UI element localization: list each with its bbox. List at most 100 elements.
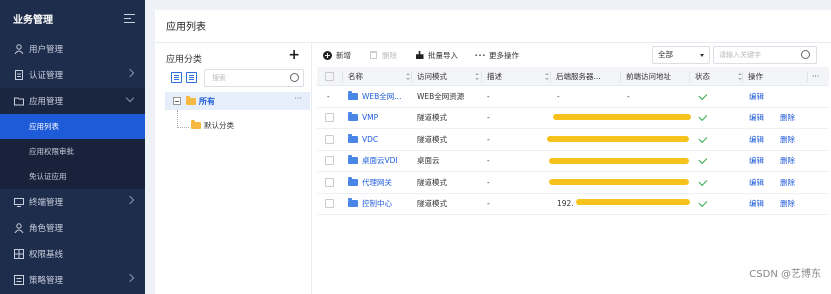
table-row[interactable]: - WEB全网... WEB全网资源 - - - 编辑 bbox=[317, 86, 829, 108]
table-row[interactable]: 桌面云VDI 桌面云 - 编辑 删除 bbox=[317, 151, 829, 172]
edit-link[interactable]: 编辑 bbox=[749, 129, 764, 150]
sidebar-item-terminals[interactable]: 终端管理 bbox=[0, 189, 145, 215]
more-actions-button[interactable]: ··· 更多操作 bbox=[474, 50, 519, 61]
check-icon bbox=[698, 197, 707, 207]
cell-mode: 隧道模式 bbox=[417, 199, 447, 209]
sidebar-item-label: 策略管理 bbox=[29, 276, 64, 286]
redaction-mark bbox=[576, 198, 690, 205]
app-name-link[interactable]: VDC bbox=[346, 133, 378, 144]
column-header-name[interactable]: 名称 bbox=[348, 67, 363, 85]
row-checkbox[interactable] bbox=[325, 113, 334, 123]
edit-link[interactable]: 编辑 bbox=[749, 194, 764, 215]
keyword-search-input[interactable]: 请输入关键字 bbox=[713, 46, 817, 64]
column-header-status[interactable]: 状态 bbox=[695, 67, 710, 85]
column-header-backend[interactable]: 后端服务器... bbox=[556, 67, 601, 85]
cell-frontend: - bbox=[627, 91, 630, 101]
delete-link[interactable]: 删除 bbox=[780, 108, 795, 129]
check-icon bbox=[698, 154, 707, 164]
folder-icon bbox=[348, 112, 358, 122]
sort-icon[interactable] bbox=[542, 67, 549, 85]
column-separator bbox=[342, 71, 343, 82]
more-options-icon[interactable]: ··· bbox=[294, 94, 302, 103]
redaction-mark bbox=[549, 157, 689, 164]
page-title: 应用列表 bbox=[166, 22, 206, 33]
expand-all-icon[interactable] bbox=[171, 72, 182, 83]
sidebar-item-label: 认证管理 bbox=[29, 71, 64, 81]
column-header-description[interactable]: 描述 bbox=[487, 67, 502, 85]
table-row[interactable]: 控制中心 隧道模式 - 192. 编辑 删除 bbox=[317, 194, 829, 215]
select-all-checkbox[interactable] bbox=[325, 71, 334, 81]
delete-link[interactable]: 删除 bbox=[780, 194, 795, 215]
delete-link[interactable]: 删除 bbox=[780, 129, 795, 150]
row-checkbox[interactable] bbox=[325, 134, 334, 144]
row-checkbox[interactable] bbox=[325, 156, 334, 166]
table-row[interactable]: 代理网关 隧道模式 - 编辑 删除 bbox=[317, 172, 829, 194]
sort-icon[interactable] bbox=[735, 67, 742, 85]
collapse-node-icon[interactable] bbox=[173, 97, 181, 105]
add-button[interactable]: + 新增 bbox=[323, 50, 351, 61]
filter-select[interactable]: 全部 bbox=[652, 46, 710, 64]
terminal-icon bbox=[13, 197, 24, 208]
sidebar-item-label: 角色管理 bbox=[29, 224, 64, 234]
trash-icon bbox=[369, 51, 378, 60]
sidebar-item-auth[interactable]: 认证管理 bbox=[0, 62, 145, 88]
check-icon bbox=[698, 176, 707, 186]
delete-button[interactable]: 删除 bbox=[369, 50, 397, 61]
search-icon[interactable] bbox=[290, 73, 299, 82]
row-checkbox[interactable] bbox=[325, 199, 334, 209]
tree-search-placeholder: 搜索 bbox=[212, 74, 226, 82]
row-checkbox[interactable] bbox=[325, 177, 334, 187]
app-name-link[interactable]: 控制中心 bbox=[346, 198, 392, 209]
edit-link[interactable]: 编辑 bbox=[749, 172, 764, 193]
bulk-import-button[interactable]: 批量导入 bbox=[415, 50, 458, 61]
sort-icon[interactable] bbox=[403, 67, 410, 85]
sidebar-title: 业务管理 bbox=[13, 14, 53, 26]
import-icon bbox=[415, 51, 424, 60]
column-header-mode[interactable]: 访问模式 bbox=[417, 67, 447, 85]
sidebar-subitem-no-auth-apps[interactable]: 免认证应用 bbox=[0, 164, 145, 189]
grid-icon bbox=[13, 249, 24, 260]
sidebar-item-users[interactable]: 用户管理 bbox=[0, 36, 145, 62]
app-name-link[interactable]: 代理网关 bbox=[346, 176, 392, 188]
search-icon[interactable] bbox=[801, 50, 810, 59]
policy-icon bbox=[13, 275, 24, 286]
sidebar-item-label: 应用管理 bbox=[29, 97, 64, 107]
cell-description: - bbox=[487, 113, 490, 123]
edit-link[interactable]: 编辑 bbox=[749, 86, 764, 107]
cell-description: - bbox=[487, 177, 490, 187]
edit-link[interactable]: 编辑 bbox=[749, 108, 764, 129]
delete-link[interactable]: 删除 bbox=[780, 151, 795, 172]
table-row[interactable]: VMP 隧道模式 - 编辑 删除 bbox=[317, 108, 829, 129]
tree-search-input[interactable]: 搜索 bbox=[204, 69, 304, 87]
sidebar-item-roles[interactable]: 角色管理 bbox=[0, 215, 145, 241]
table-row[interactable]: VDC 隧道模式 - 编辑 删除 bbox=[317, 129, 829, 151]
table-toolbar: + 新增 删除 批量导入 ··· 更多操作 全部 请输入关键字 bbox=[323, 46, 823, 64]
collapse-all-icon[interactable] bbox=[186, 72, 197, 83]
app-name-link[interactable]: VMP bbox=[346, 112, 378, 122]
folder-icon bbox=[348, 198, 358, 208]
menu-collapse-icon[interactable] bbox=[124, 13, 135, 23]
column-separator bbox=[481, 71, 482, 82]
folder-icon bbox=[191, 120, 201, 129]
folder-icon bbox=[348, 176, 358, 186]
app-name-link[interactable]: WEB全网... bbox=[346, 90, 401, 102]
folder-icon bbox=[348, 90, 358, 100]
sort-icon[interactable] bbox=[472, 67, 479, 85]
edit-link[interactable]: 编辑 bbox=[749, 151, 764, 172]
column-header-frontend[interactable]: 前端访问地址 bbox=[626, 67, 671, 85]
ellipsis-icon: ··· bbox=[474, 50, 487, 60]
folder-icon bbox=[13, 96, 24, 107]
delete-link[interactable]: 删除 bbox=[780, 172, 795, 193]
column-separator bbox=[411, 71, 412, 82]
add-category-button[interactable]: + bbox=[288, 47, 300, 63]
tree-node-all[interactable]: 所有 ··· bbox=[165, 92, 310, 110]
tree-node-default[interactable]: 默认分类 bbox=[191, 120, 234, 131]
sidebar-subitem-app-list[interactable]: 应用列表 bbox=[0, 114, 145, 139]
column-settings-icon[interactable]: ··· bbox=[812, 67, 819, 85]
app-name-link[interactable]: 桌面云VDI bbox=[346, 155, 398, 166]
sidebar-item-apps[interactable]: 应用管理 bbox=[0, 88, 145, 114]
sidebar-subitem-app-approval[interactable]: 应用权限审批 bbox=[0, 139, 145, 164]
folder-icon bbox=[348, 133, 358, 143]
sidebar-item-policies[interactable]: 策略管理 bbox=[0, 267, 145, 293]
sidebar-item-baseline[interactable]: 权限基线 bbox=[0, 241, 145, 267]
